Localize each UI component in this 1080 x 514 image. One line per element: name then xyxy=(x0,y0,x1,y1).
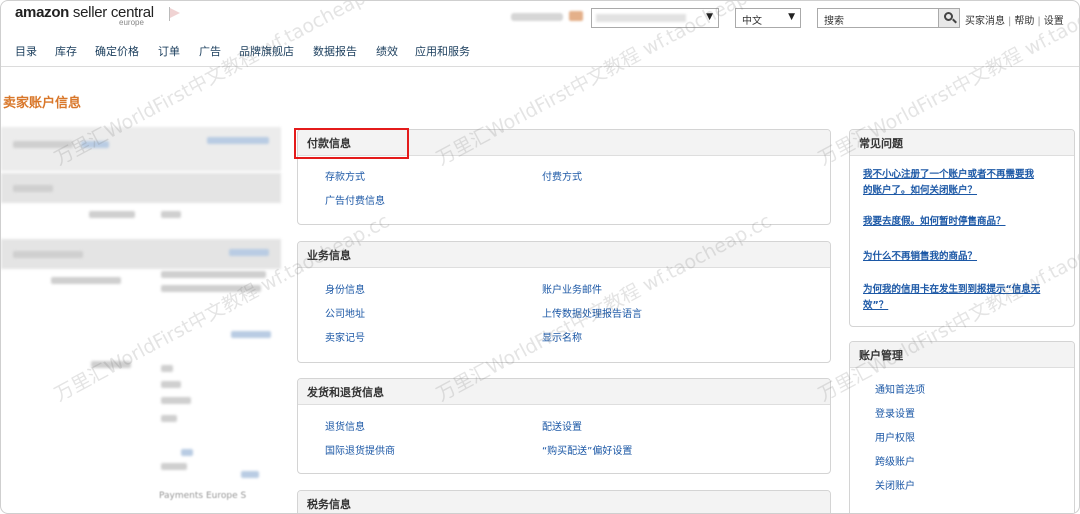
tax-info-panel: 税务信息 xyxy=(297,490,831,513)
nav-advertising[interactable]: 广告 xyxy=(199,43,221,59)
nav-inventory[interactable]: 库存 xyxy=(55,43,77,59)
faq-link-close-account[interactable]: 我不小心注册了一个账户或者不再需要我的账户了。如何关闭账户？ xyxy=(863,167,1043,199)
nav-performance[interactable]: 绩效 xyxy=(376,43,398,59)
business-info-title: 业务信息 xyxy=(298,242,830,268)
country-flag-icon xyxy=(569,11,583,21)
header-link-help[interactable]: 帮助 xyxy=(1014,16,1034,27)
seller-token-link[interactable]: 卖家记号 xyxy=(325,329,365,344)
advertising-payment-link[interactable]: 广告付费信息 xyxy=(325,192,385,207)
user-permissions-link[interactable]: 用户权限 xyxy=(875,429,915,444)
identity-info-link[interactable]: 身份信息 xyxy=(325,281,365,296)
charge-methods-link[interactable]: 付费方式 xyxy=(542,168,582,183)
display-name-link[interactable]: 显示名称 xyxy=(542,329,582,344)
header-links: 买家消息 | 帮助 | 设置 xyxy=(965,16,1064,27)
faq-link-not-selling[interactable]: 为什么不再销售我的商品？ xyxy=(863,249,1043,265)
language-value: 中文 xyxy=(742,16,762,27)
search-button[interactable] xyxy=(938,8,960,28)
search-placeholder: 搜索 xyxy=(824,16,844,27)
chevron-down-icon: ▼ xyxy=(706,12,713,22)
nav-catalog[interactable]: 目录 xyxy=(15,43,37,59)
search-input[interactable]: 搜索 xyxy=(817,8,939,28)
buy-shipping-prefs-link[interactable]: “购买配送”偏好设置 xyxy=(542,442,632,457)
logo-main: amazon xyxy=(15,4,70,21)
notification-prefs-link[interactable]: 通知首选项 xyxy=(875,381,925,396)
account-summary-redacted: Payments Europe S xyxy=(1,119,281,513)
payment-info-highlight xyxy=(294,128,409,159)
flag-icon[interactable] xyxy=(169,7,181,21)
page-title: 卖家账户信息 xyxy=(3,96,82,111)
international-returns-link[interactable]: 国际退货提供商 xyxy=(325,442,395,457)
faq-link-vacation[interactable]: 我要去度假。如何暂时停售商品？ xyxy=(863,214,1043,230)
company-address-link[interactable]: 公司地址 xyxy=(325,305,365,320)
report-language-link[interactable]: 上传数据处理报告语言 xyxy=(542,305,642,320)
faq-link-card-invalid[interactable]: 为何我的信用卡在发生到到报提示“信息无效”？ xyxy=(863,282,1043,314)
amazon-seller-central-logo[interactable]: amazon seller central europe xyxy=(15,4,154,27)
seller-central-window: amazon seller central europe ▼ 中文 ▼ 搜索 买… xyxy=(0,0,1080,514)
nav-orders[interactable]: 订单 xyxy=(158,43,180,59)
marketplace-select[interactable]: ▼ xyxy=(591,8,719,28)
language-select[interactable]: 中文 ▼ xyxy=(735,8,801,28)
account-management-title: 账户管理 xyxy=(850,342,1074,368)
business-info-panel: 业务信息 身份信息 账户业务邮件 公司地址 上传数据处理报告语言 卖家记号 显示… xyxy=(297,241,831,363)
login-settings-link[interactable]: 登录设置 xyxy=(875,405,915,420)
nav-apps-services[interactable]: 应用和服务 xyxy=(415,43,470,59)
left-column-text: Payments Europe S xyxy=(159,491,247,501)
nav-reports[interactable]: 数据报告 xyxy=(313,43,357,59)
nav-pricing[interactable]: 确定价格 xyxy=(95,43,139,59)
deposit-methods-link[interactable]: 存款方式 xyxy=(325,168,365,183)
tax-info-title: 税务信息 xyxy=(298,491,830,513)
close-account-link[interactable]: 关闭账户 xyxy=(875,477,915,492)
shipping-returns-title: 发货和退货信息 xyxy=(298,379,830,405)
cross-level-account-link[interactable]: 跨级账户 xyxy=(875,453,915,468)
header-link-settings[interactable]: 设置 xyxy=(1044,16,1064,27)
chevron-down-icon: ▼ xyxy=(788,12,795,22)
business-email-link[interactable]: 账户业务邮件 xyxy=(542,281,602,296)
return-info-link[interactable]: 退货信息 xyxy=(325,418,365,433)
faq-title: 常见问题 xyxy=(850,130,1074,156)
nav-brand-store[interactable]: 品牌旗舰店 xyxy=(239,43,294,59)
header-link-messages[interactable]: 买家消息 xyxy=(965,16,1005,27)
top-bar: amazon seller central europe ▼ 中文 ▼ 搜索 买… xyxy=(1,1,1079,37)
account-name-redacted xyxy=(511,13,563,21)
main-nav: 目录 库存 确定价格 订单 广告 品牌旗舰店 数据报告 绩效 应用和服务 xyxy=(1,39,1079,67)
shipping-settings-link[interactable]: 配送设置 xyxy=(542,418,582,433)
shipping-returns-panel: 发货和退货信息 退货信息 配送设置 国际退货提供商 “购买配送”偏好设置 xyxy=(297,378,831,474)
